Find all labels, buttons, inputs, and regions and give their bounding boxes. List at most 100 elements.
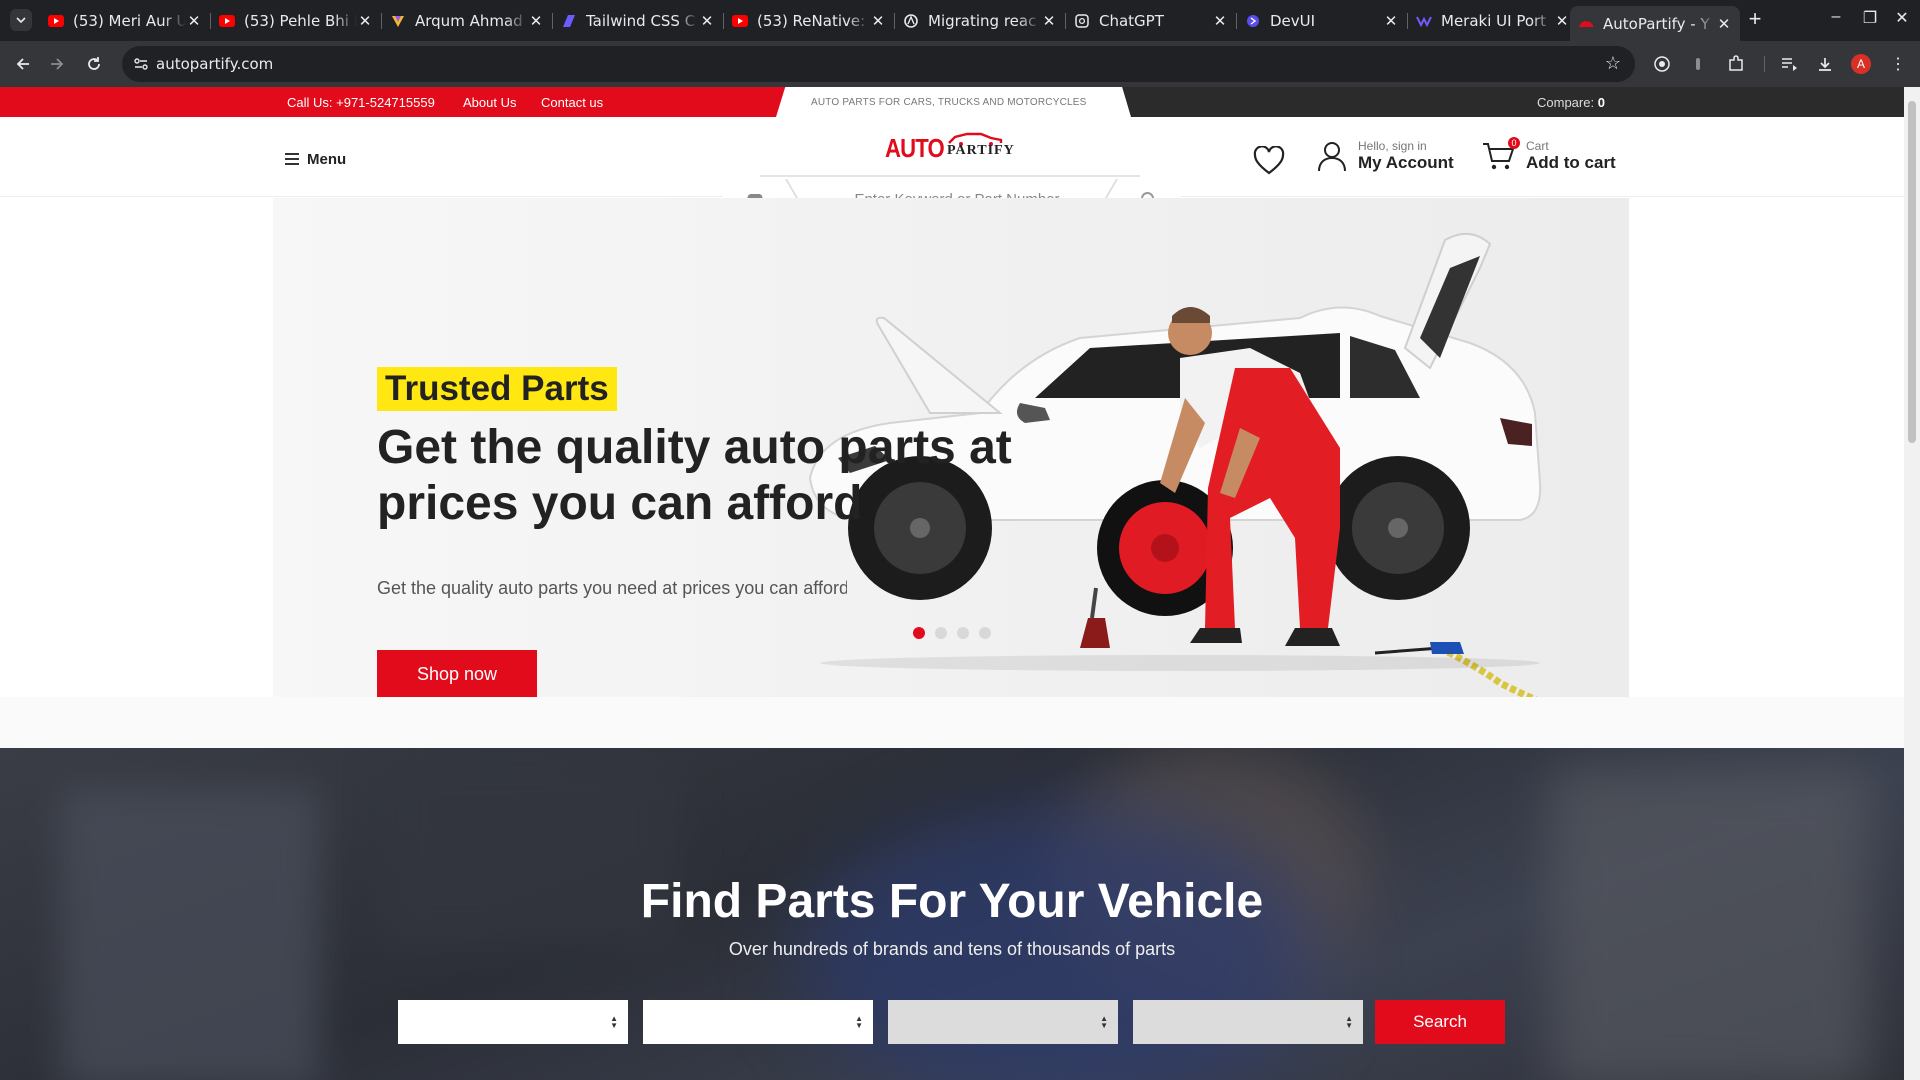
compare-label: Compare: (1537, 95, 1595, 110)
chatgpt-icon (1074, 13, 1090, 29)
close-icon[interactable]: ✕ (1554, 12, 1570, 30)
background-blur-shape (60, 788, 320, 1080)
tab-arqum[interactable]: Arqum Ahmad ✕ (382, 6, 552, 35)
call-us-link[interactable]: Call Us: +971-524715559 (287, 95, 435, 110)
browser-tab-strip: (53) Meri Aur Ut ✕ (53) Pehle Bhi Ma ✕ A… (0, 0, 1920, 41)
tab-title: Migrating reac (928, 11, 1037, 30)
hero-subtitle: Get the quality auto parts you need at p… (377, 578, 847, 598)
vehicle-select-2[interactable]: ▲ ▼ (643, 1000, 873, 1044)
tab-autopartify[interactable]: AutoPartify - Y ✕ (1570, 6, 1740, 41)
finder-search-button[interactable]: Search (1375, 1000, 1505, 1044)
vehicle-select-3[interactable]: ▲ ▼ (888, 1000, 1118, 1044)
slider-dot[interactable] (935, 627, 947, 639)
vehicle-select-1[interactable]: ▲ ▼ (398, 1000, 628, 1044)
select-arrows-icon: ▲ ▼ (1100, 1014, 1108, 1030)
close-icon[interactable]: ✕ (528, 12, 544, 30)
tab-tailwind[interactable]: Tailwind CSS C ✕ (553, 6, 723, 35)
tab-meraki[interactable]: Meraki UI Port ✕ (1408, 6, 1578, 35)
cart-label: Add to cart (1526, 153, 1616, 172)
hero-banner: Trusted Parts Get the quality auto parts… (0, 198, 1904, 698)
page-viewport: Call Us: +971-524715559 About Us Contact… (0, 87, 1904, 1080)
page-scrollbar[interactable] (1904, 87, 1920, 1080)
about-us-link[interactable]: About Us (463, 95, 516, 110)
compare-count: 0 (1597, 95, 1605, 110)
close-icon[interactable]: ✕ (357, 12, 373, 30)
forward-button[interactable] (45, 52, 69, 76)
tab-title: Meraki UI Port (1441, 11, 1547, 30)
tab-migrating[interactable]: Migrating reac ✕ (895, 6, 1065, 35)
finder-title: Find Parts For Your Vehicle (640, 875, 1264, 928)
extensions-puzzle-icon[interactable] (1724, 52, 1748, 76)
user-icon (1318, 142, 1346, 172)
new-tab-button[interactable]: + (1744, 8, 1766, 30)
select-arrows-icon: ▲ ▼ (1345, 1014, 1353, 1030)
close-icon[interactable]: ✕ (1383, 12, 1399, 30)
extension-target-icon[interactable] (1650, 52, 1674, 76)
youtube-icon (732, 13, 748, 29)
slider-dots (913, 627, 991, 639)
download-icon[interactable] (1813, 52, 1837, 76)
autopartify-icon (1578, 16, 1594, 32)
close-icon[interactable]: ✕ (1716, 15, 1732, 33)
tab-title: Arqum Ahmad (415, 11, 523, 30)
cart-icon-wrap: 0 (1482, 137, 1520, 172)
youtube-icon (48, 13, 64, 29)
tab-youtube-3[interactable]: (53) ReNative: B ✕ (724, 6, 894, 35)
tagline: AUTO PARTS FOR CARS, TRUCKS AND MOTORCYC… (811, 97, 1087, 108)
arrow-right-icon (51, 58, 64, 70)
tab-youtube-1[interactable]: (53) Meri Aur Ut ✕ (40, 6, 210, 35)
slider-dot[interactable] (913, 627, 925, 639)
arqum-icon (390, 13, 406, 29)
slider-dot[interactable] (957, 627, 969, 639)
back-button[interactable] (11, 52, 35, 76)
tab-devui[interactable]: DevUI ✕ (1237, 6, 1407, 35)
restore-button[interactable]: ❐ (1858, 8, 1882, 28)
scrollbar-thumb[interactable] (1908, 101, 1916, 443)
minimize-button[interactable]: – (1824, 8, 1848, 26)
tab-title: AutoPartify - Y (1603, 14, 1710, 33)
profile-avatar[interactable]: A (1851, 54, 1871, 74)
my-account-link[interactable]: Hello, sign in My Account (1316, 139, 1454, 173)
menu-label: Menu (307, 150, 347, 168)
tab-chatgpt[interactable]: ChatGPT ✕ (1066, 6, 1236, 35)
tab-title: (53) Pehle Bhi Ma (244, 11, 357, 30)
contact-us-link[interactable]: Contact us (541, 95, 603, 110)
chevron-down-icon (16, 17, 26, 24)
bookmark-star-icon[interactable]: ☆ (1605, 53, 1621, 74)
close-icon[interactable]: ✕ (1041, 12, 1057, 30)
extension-dim-icon[interactable] (1686, 52, 1710, 76)
wishlist-heart-icon[interactable] (1253, 146, 1285, 176)
tab-search-button[interactable] (10, 9, 32, 31)
tab-title: (53) ReNative: B (757, 11, 870, 30)
close-icon[interactable]: ✕ (1212, 12, 1228, 30)
close-icon[interactable]: ✕ (870, 12, 886, 30)
section-spacer (0, 697, 1904, 748)
reading-list-icon[interactable] (1777, 52, 1801, 76)
compare-link[interactable]: Compare: 0 (1537, 95, 1605, 110)
url-text[interactable]: autopartify.com (156, 55, 273, 73)
site-info-icon[interactable] (132, 55, 150, 73)
address-bar[interactable]: autopartify.com ☆ (122, 46, 1635, 82)
find-parts-section: Find Parts For Your Vehicle Over hundred… (0, 748, 1904, 1080)
close-icon[interactable]: ✕ (699, 12, 715, 30)
tab-youtube-2[interactable]: (53) Pehle Bhi Ma ✕ (211, 6, 381, 35)
youtube-icon (219, 13, 235, 29)
cart-small-label: Cart (1526, 139, 1549, 153)
menu-button[interactable]: Menu (285, 150, 346, 168)
more-menu-icon[interactable]: ⋮ (1886, 52, 1910, 76)
select-arrows-icon: ▲ ▼ (610, 1014, 618, 1030)
slider-dot[interactable] (979, 627, 991, 639)
reload-button[interactable] (82, 52, 106, 76)
close-window-button[interactable]: ✕ (1890, 8, 1914, 28)
site-logo[interactable]: AUTO PARTIFY (885, 129, 1014, 163)
close-icon[interactable]: ✕ (186, 12, 202, 30)
vehicle-select-4[interactable]: ▲ ▼ (1133, 1000, 1363, 1044)
logo-partify-text: PARTIFY (947, 143, 1015, 158)
search-top-line (760, 175, 1140, 177)
devui-icon (1245, 13, 1261, 29)
shop-now-button[interactable]: Shop now (377, 650, 537, 698)
select-arrows-icon: ▲ ▼ (855, 1014, 863, 1030)
top-info-bar: Call Us: +971-524715559 About Us Contact… (0, 87, 1904, 117)
tab-title: ChatGPT (1099, 11, 1164, 30)
cart-link[interactable]: 0 Cart Add to cart (1482, 137, 1616, 173)
